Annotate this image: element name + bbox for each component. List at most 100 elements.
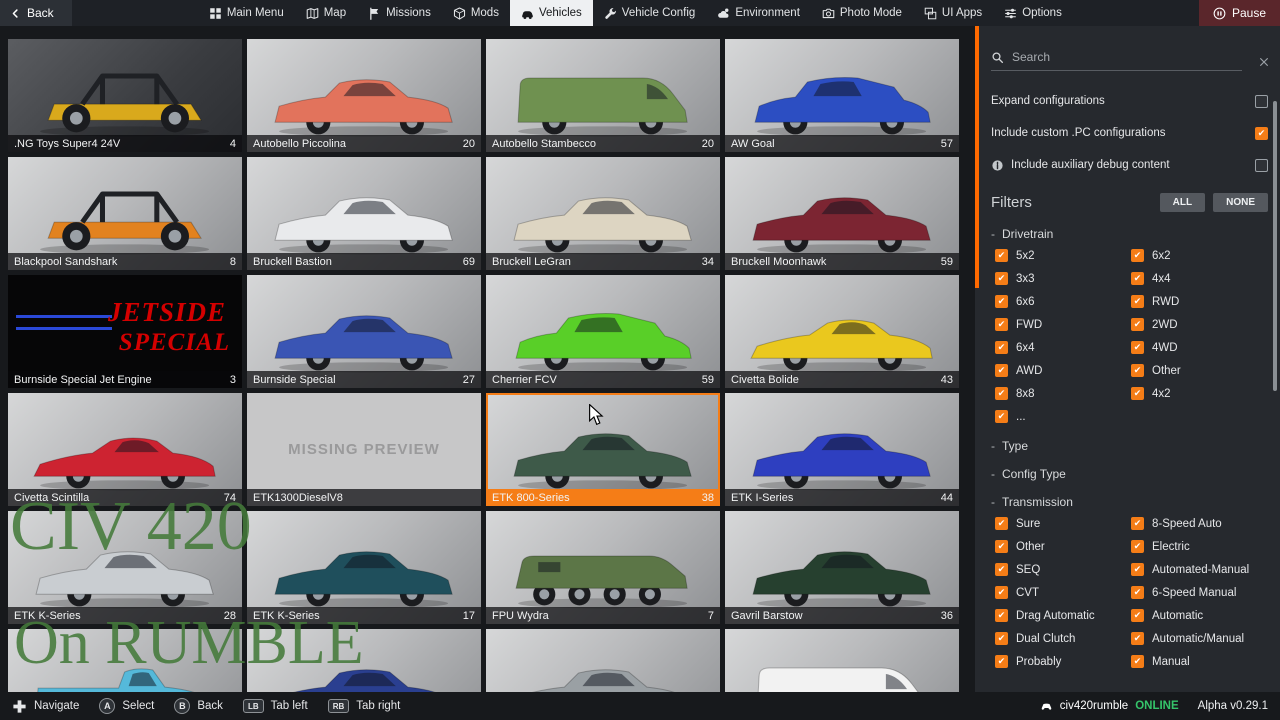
vehicle-card-bruckell-moonhawk[interactable]: Bruckell Moonhawk 59 [725, 157, 959, 270]
menu-item-environment[interactable]: Environment [706, 0, 811, 26]
vehicle-card-partial-21[interactable] [247, 629, 481, 692]
pause-button[interactable]: Pause [1198, 0, 1280, 26]
filter-option-8-speed-auto[interactable]: ✔ 8-Speed Auto [1131, 517, 1268, 530]
checkbox-unchecked-icon[interactable] [1255, 158, 1268, 172]
filter-option-8x8[interactable]: ✔ 8x8 [995, 387, 1131, 400]
vehicle-card-etk1300dieselv8[interactable]: MISSING PREVIEW ETK1300DieselV8 [247, 393, 481, 506]
vehicle-preview [752, 432, 932, 490]
vehicle-card-partial-22[interactable] [486, 629, 720, 692]
close-panel-icon[interactable] [1258, 56, 1270, 68]
vehicle-card-etk-i-series[interactable]: ETK I-Series 44 [725, 393, 959, 506]
vehicle-card-bruckell-bastion[interactable]: Bruckell Bastion 69 [247, 157, 481, 270]
filter-option-electric[interactable]: ✔ Electric [1131, 540, 1268, 553]
vehicle-card-ng-toys-super4-24v[interactable]: .NG Toys Super4 24V 4 [8, 39, 242, 152]
filter-option-4x2[interactable]: ✔ 4x2 [1131, 387, 1268, 400]
vehicle-name: Bruckell Moonhawk [731, 255, 827, 268]
vehicle-card-autobello-piccolina[interactable]: Autobello Piccolina 20 [247, 39, 481, 152]
checkbox-checked-icon: ✔ [995, 540, 1008, 553]
vehicle-preview [750, 319, 934, 372]
vehicle-label-bar: Gavril Barstow 36 [725, 607, 959, 624]
vehicle-card-civetta-bolide[interactable]: Civetta Bolide 43 [725, 275, 959, 388]
vehicle-card-partial-23[interactable] [725, 629, 959, 692]
filter-option-6-speed-manual[interactable]: ✔ 6-Speed Manual [1131, 586, 1268, 599]
vehicle-card-cherrier-fcv[interactable]: Cherrier FCV 59 [486, 275, 720, 388]
vehicle-card-blackpool-sandshark[interactable]: Blackpool Sandshark 8 [8, 157, 242, 270]
filters-title: Filters [991, 193, 1032, 211]
vehicle-preview [33, 437, 217, 490]
menu-item-map[interactable]: Map [295, 0, 357, 26]
filter-option-dual-clutch[interactable]: ✔ Dual Clutch [995, 632, 1131, 645]
search-input[interactable] [1012, 50, 1202, 64]
option-include-custom-pc-configurations[interactable]: Include custom .PC configurations ✔ [991, 117, 1268, 149]
filter-section-drivetrain[interactable]: - Drivetrain [991, 223, 1268, 245]
menu-item-missions[interactable]: Missions [357, 0, 442, 26]
filter-option-cvt[interactable]: ✔ CVT [995, 586, 1131, 599]
menu-item-mods[interactable]: Mods [442, 0, 510, 26]
vehicle-card-burnside-special-jet-engine[interactable]: JETSIDE SPECIAL Burnside Special Jet Eng… [8, 275, 242, 388]
filter-option-sure[interactable]: ✔ Sure [995, 517, 1131, 530]
option-expand-configurations[interactable]: Expand configurations [991, 85, 1268, 117]
filters-all-button[interactable]: ALL [1159, 192, 1206, 212]
vehicle-card-burnside-special[interactable]: Burnside Special 27 [247, 275, 481, 388]
filter-option-drag-automatic[interactable]: ✔ Drag Automatic [995, 609, 1131, 622]
vehicle-card-autobello-stambecco[interactable]: Autobello Stambecco 20 [486, 39, 720, 152]
filter-option-rwd[interactable]: ✔ RWD [1131, 295, 1268, 308]
filter-option-probably[interactable]: ✔ Probably [995, 655, 1131, 668]
vehicle-card-civetta-scintilla[interactable]: Civetta Scintilla 74 [8, 393, 242, 506]
vehicle-card-etk-k-series[interactable]: ETK K-Series 17 [247, 511, 481, 624]
vehicle-preview [274, 550, 454, 608]
filter-option-6x6[interactable]: ✔ 6x6 [995, 295, 1131, 308]
filter-option-automatic-manual[interactable]: ✔ Automatic/Manual [1131, 632, 1268, 645]
filter-option-label: 8-Speed Auto [1152, 517, 1222, 530]
filter-option-item[interactable]: ✔ ... [995, 410, 1131, 423]
filter-option-manual[interactable]: ✔ Manual [1131, 655, 1268, 668]
sidebar-scrollbar[interactable] [1273, 101, 1277, 391]
vehicle-card-fpu-wydra[interactable]: FPU Wydra 7 [486, 511, 720, 624]
vehicle-card-bruckell-legran[interactable]: Bruckell LeGran 34 [486, 157, 720, 270]
online-status-badge: ONLINE [1135, 700, 1179, 712]
filter-option-other[interactable]: ✔ Other [995, 540, 1131, 553]
filter-option-automated-manual[interactable]: ✔ Automated-Manual [1131, 563, 1268, 576]
vehicle-grid: .NG Toys Super4 24V 4 Autobello Piccolin… [8, 39, 959, 692]
filter-section-type[interactable]: - Type [991, 435, 1268, 457]
filters-none-button[interactable]: NONE [1213, 192, 1268, 212]
vehicle-card-partial-20[interactable] [8, 629, 242, 692]
hint-tab-left: LB Tab left [242, 699, 308, 713]
topbar-menu: Main Menu Map Missions Mods Vehicles Veh… [198, 0, 1073, 26]
filter-section-transmission[interactable]: - Transmission [991, 491, 1268, 513]
vehicle-preview [752, 196, 932, 254]
menu-item-ui-apps[interactable]: UI Apps [913, 0, 993, 26]
filter-option-6x4[interactable]: ✔ 6x4 [995, 341, 1131, 354]
vehicle-card-aw-goal[interactable]: AW Goal 57 [725, 39, 959, 152]
filter-option-4wd[interactable]: ✔ 4WD [1131, 341, 1268, 354]
filter-option-seq[interactable]: ✔ SEQ [995, 563, 1131, 576]
option-include-auxiliary-debug-content[interactable]: Include auxiliary debug content [991, 149, 1268, 181]
vehicle-card-etk-k-series[interactable]: ETK K-Series 28 [8, 511, 242, 624]
filter-option-3x3[interactable]: ✔ 3x3 [995, 272, 1131, 285]
filter-option-2wd[interactable]: ✔ 2WD [1131, 318, 1268, 331]
vehicle-card-etk-800-series[interactable]: ETK 800-Series 38 [486, 393, 720, 506]
filter-option-6x2[interactable]: ✔ 6x2 [1131, 249, 1268, 262]
b-button-icon: B [174, 698, 191, 714]
filter-option-5x2[interactable]: ✔ 5x2 [995, 249, 1131, 262]
menu-item-options[interactable]: Options [993, 0, 1073, 26]
vehicle-preview [515, 555, 689, 608]
vehicle-name: ETK1300DieselV8 [253, 491, 343, 504]
menu-item-main-menu[interactable]: Main Menu [198, 0, 295, 26]
vehicle-card-gavril-barstow[interactable]: Gavril Barstow 36 [725, 511, 959, 624]
menu-item-vehicle-config[interactable]: Vehicle Config [593, 0, 707, 26]
filter-option-4x4[interactable]: ✔ 4x4 [1131, 272, 1268, 285]
menu-item-photo-mode[interactable]: Photo Mode [811, 0, 913, 26]
checkbox-checked-icon[interactable]: ✔ [1255, 126, 1268, 140]
filter-option-other[interactable]: ✔ Other [1131, 364, 1268, 377]
vehicle-preview [513, 432, 693, 490]
filter-option-label: 4x4 [1152, 272, 1171, 285]
back-button[interactable]: Back [0, 0, 72, 26]
filter-option-awd[interactable]: ✔ AWD [995, 364, 1131, 377]
checkbox-unchecked-icon[interactable] [1255, 94, 1268, 108]
menu-item-vehicles[interactable]: Vehicles [509, 0, 593, 26]
filter-option-fwd[interactable]: ✔ FWD [995, 318, 1131, 331]
checkbox-checked-icon: ✔ [995, 364, 1008, 377]
filter-option-automatic[interactable]: ✔ Automatic [1131, 609, 1268, 622]
filter-section-config-type[interactable]: - Config Type [991, 463, 1268, 485]
